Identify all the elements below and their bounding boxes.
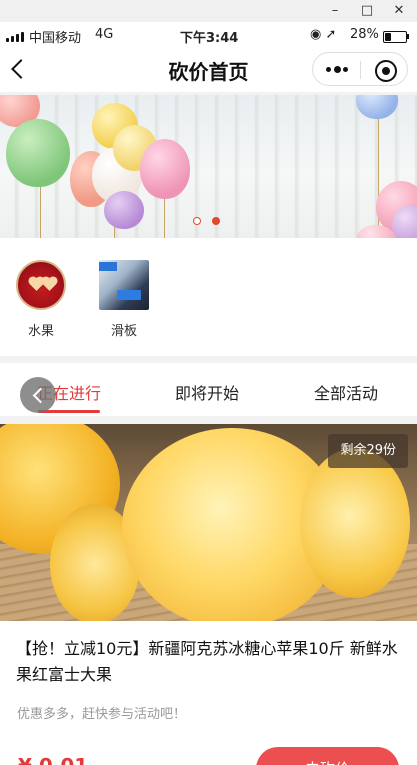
- product-card[interactable]: 剩余29份 【抢！立减10元】新疆阿克苏冰糖心苹果10斤 新鲜水果红富士大果 优…: [0, 424, 417, 765]
- minimize-icon[interactable]: –: [326, 2, 344, 20]
- battery-percent: 28%: [350, 27, 379, 42]
- carrier-name: 中国移动: [29, 31, 82, 46]
- balloon: [104, 191, 144, 229]
- skateboard-label-block: [117, 290, 141, 300]
- battery-level: [385, 33, 391, 41]
- category-label: 滑板: [110, 324, 137, 339]
- skateboard-icon: [99, 260, 149, 310]
- product-image: 剩余29份: [0, 424, 417, 621]
- category-fruit[interactable]: 水果: [6, 260, 76, 339]
- more-icon[interactable]: [326, 66, 348, 73]
- carousel-dot[interactable]: [193, 217, 201, 225]
- close-miniprogram-icon[interactable]: [375, 60, 397, 82]
- signal-icon: [6, 30, 28, 42]
- miniprogram-capsule: [312, 52, 408, 86]
- skateboard-tag: [99, 262, 117, 271]
- carousel-indicator: [193, 217, 233, 229]
- category-skateboard[interactable]: 滑板: [89, 260, 159, 339]
- category-label: 水果: [27, 324, 54, 339]
- floating-back-button[interactable]: [20, 377, 56, 413]
- balloon: [6, 119, 70, 187]
- product-price: ¥ 0.01: [18, 754, 88, 765]
- maximize-icon[interactable]: □: [358, 2, 376, 20]
- status-bar: 中国移动 4G 下午3:44 ◉ ➚ 28%: [0, 22, 417, 48]
- capsule-divider: [360, 61, 361, 79]
- product-title[interactable]: 【抢！立减10元】新疆阿克苏冰糖心苹果10斤 新鲜水果红富士大果: [16, 636, 401, 688]
- category-strip: 水果 滑板: [0, 238, 417, 356]
- tab-upcoming[interactable]: 即将开始: [175, 380, 239, 404]
- product-description: 优惠多多，赶快参与活动吧！: [17, 707, 187, 722]
- nav-bar: 砍价首页: [0, 48, 417, 92]
- close-icon[interactable]: ✕: [390, 2, 408, 20]
- battery-icon: [383, 31, 407, 43]
- bargain-button[interactable]: 去砍价: [256, 747, 399, 765]
- location-icon: ◉ ➚: [310, 27, 337, 42]
- apple-icon: [16, 260, 66, 310]
- window-titlebar: – □ ✕: [0, 0, 417, 22]
- apple-heart-right: [43, 278, 56, 291]
- orange-right: [300, 448, 410, 598]
- balloon: [140, 139, 190, 199]
- tab-active-underline: [38, 410, 100, 413]
- activity-tabs: 正在进行 即将开始 全部活动: [0, 363, 417, 416]
- status-time: 下午3:44: [180, 31, 239, 46]
- carousel-dot-active[interactable]: [212, 217, 220, 225]
- stock-badge: 剩余29份: [328, 434, 408, 468]
- tab-all[interactable]: 全部活动: [314, 380, 378, 404]
- network-type: 4G: [95, 27, 114, 42]
- battery-cap: [407, 34, 409, 39]
